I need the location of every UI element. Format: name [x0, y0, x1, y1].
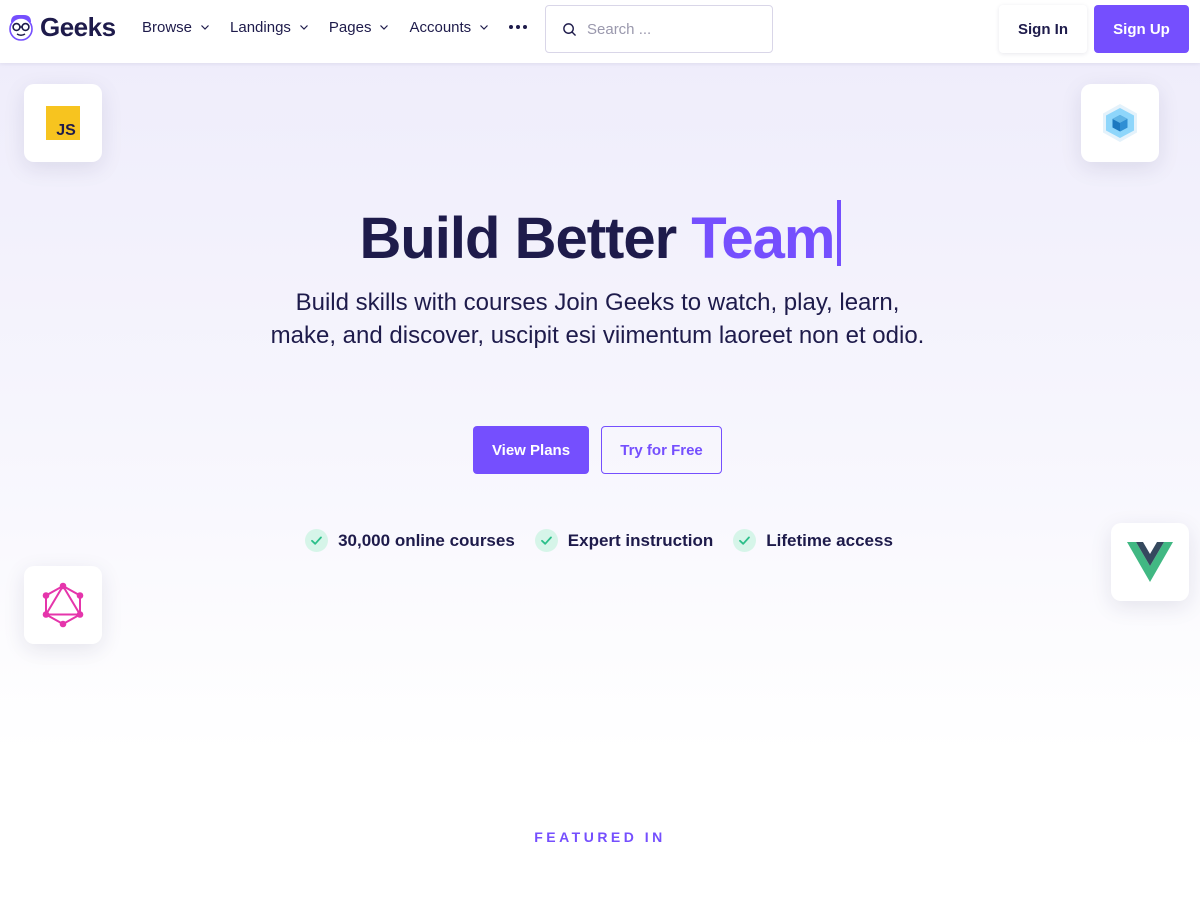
javascript-card: JS	[24, 84, 102, 162]
feature-item: Lifetime access	[733, 529, 893, 552]
feature-item: 30,000 online courses	[305, 529, 515, 552]
geeks-logo-icon	[9, 15, 33, 41]
nav-item-browse[interactable]: Browse	[142, 19, 210, 36]
check-icon	[733, 529, 757, 552]
search-box[interactable]	[545, 5, 773, 53]
feature-item: Expert instruction	[534, 529, 714, 552]
brand-name: Geeks	[40, 11, 116, 42]
nav-item-label: Landings	[230, 18, 291, 36]
check-icon	[534, 529, 558, 552]
navbar: Geeks Browse Landings Pages Accounts Sig…	[0, 0, 1200, 63]
brand-logo[interactable]: Geeks	[6, 10, 116, 44]
chevron-down-icon	[480, 25, 489, 30]
graphql-icon	[42, 582, 84, 628]
featured-in-heading: FEATURED IN	[534, 829, 666, 845]
search-input[interactable]	[587, 20, 757, 38]
typing-cursor	[836, 200, 841, 266]
search-icon	[563, 22, 576, 36]
nav-item-pages[interactable]: Pages	[329, 19, 390, 36]
check-icon	[305, 529, 329, 552]
javascript-icon: JS	[46, 106, 80, 140]
hero-title-main: Build Better	[359, 206, 692, 271]
chevron-down-icon	[380, 25, 389, 30]
feature-label: Lifetime access	[766, 530, 893, 550]
feature-list: 30,000 online courses Expert instruction…	[0, 529, 1200, 552]
view-plans-button[interactable]: View Plans	[473, 426, 589, 474]
try-for-free-button[interactable]: Try for Free	[601, 426, 722, 474]
feature-label: Expert instruction	[567, 530, 714, 550]
feature-label: 30,000 online courses	[338, 530, 515, 550]
hero-title: Build Better Team	[0, 200, 1200, 274]
more-menu-icon[interactable]	[509, 25, 528, 29]
nav-item-label: Accounts	[409, 18, 472, 36]
nav-item-accounts[interactable]: Accounts	[409, 19, 489, 36]
hero-title-accent: Team	[691, 206, 835, 271]
svg-text:JS: JS	[56, 122, 76, 139]
nav-item-landings[interactable]: Landings	[230, 19, 309, 36]
chevron-down-icon	[201, 25, 209, 30]
hero-section: JS Build Better Team Build skills with c…	[0, 63, 1200, 753]
nav-item-label: Browse	[142, 18, 193, 36]
chevron-down-icon	[299, 25, 308, 30]
nav-item-label: Pages	[328, 18, 372, 36]
main-nav: Browse Landings Pages Accounts	[142, 0, 528, 54]
sign-up-button[interactable]: Sign Up	[1094, 5, 1189, 53]
hero-subtitle: Build skills with courses Join Geeks to …	[270, 289, 925, 349]
sign-in-button[interactable]: Sign In	[999, 5, 1087, 53]
graphql-card	[24, 566, 102, 644]
webpack-card	[1081, 84, 1159, 162]
webpack-icon	[1103, 104, 1137, 142]
